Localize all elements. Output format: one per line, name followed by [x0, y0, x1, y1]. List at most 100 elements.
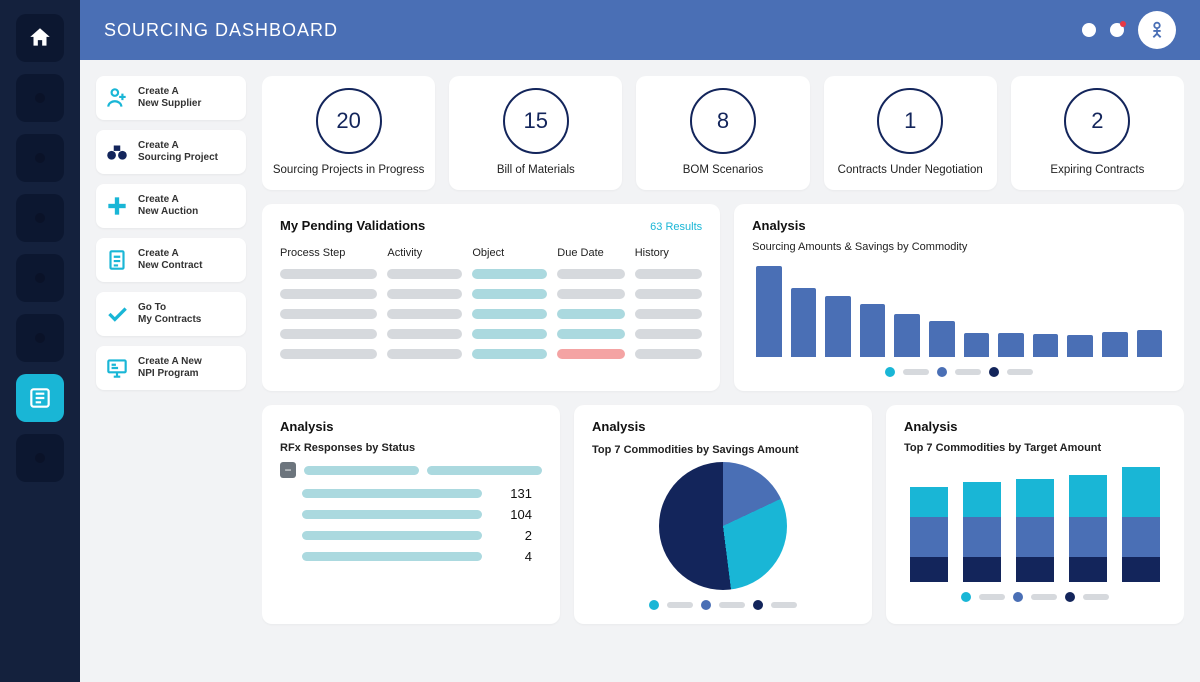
avatar[interactable] — [1138, 11, 1176, 49]
table-cell[interactable] — [472, 289, 547, 299]
list-item[interactable]: 104 — [302, 507, 542, 522]
table-cell[interactable] — [557, 349, 624, 359]
pager-dot[interactable] — [701, 600, 711, 610]
nav-slot-6[interactable] — [16, 434, 64, 482]
list-item[interactable]: 2 — [302, 528, 542, 543]
collapse-icon[interactable]: − — [280, 462, 296, 478]
table-cell[interactable] — [280, 269, 377, 279]
nav-home[interactable] — [16, 14, 64, 62]
rfx-value: 2 — [496, 528, 532, 543]
pager-dash[interactable] — [667, 602, 693, 608]
table-cell[interactable] — [387, 349, 462, 359]
rfx-list: 131 104 2 4 — [280, 486, 542, 564]
plus-icon — [104, 193, 130, 219]
stack-bar — [963, 482, 1001, 582]
pager-dash[interactable] — [955, 369, 981, 375]
quick-actions: Create ANew Supplier Create ASourcing Pr… — [96, 76, 246, 666]
table-cell[interactable] — [387, 269, 462, 279]
pager-dot[interactable] — [885, 367, 895, 377]
table-cell[interactable] — [387, 329, 462, 339]
table-cell[interactable] — [472, 309, 547, 319]
table-cell[interactable] — [472, 269, 547, 279]
pager-dot[interactable] — [753, 600, 763, 610]
kpi-value: 20 — [316, 88, 382, 154]
nav-slot-5[interactable] — [16, 314, 64, 362]
bar — [791, 288, 817, 357]
kpi-bom[interactable]: 15 Bill of Materials — [449, 76, 622, 190]
action-label: Create ANew Supplier — [138, 86, 201, 111]
action-label: Create ANew Auction — [138, 194, 198, 219]
kpi-expiring-contracts[interactable]: 2 Expiring Contracts — [1011, 76, 1184, 190]
kpi-sourcing-projects[interactable]: 20 Sourcing Projects in Progress — [262, 76, 435, 190]
kpi-bom-scenarios[interactable]: 8 BOM Scenarios — [636, 76, 809, 190]
table-cell[interactable] — [557, 289, 624, 299]
pager-dot[interactable] — [989, 367, 999, 377]
stack-bar — [910, 487, 948, 582]
pager-dash[interactable] — [719, 602, 745, 608]
table-header: Process Step Activity Object Due Date Hi… — [280, 247, 702, 259]
table-cell[interactable] — [557, 269, 624, 279]
pager-dash[interactable] — [771, 602, 797, 608]
page-title: SOURCING DASHBOARD — [104, 20, 338, 41]
pie-chart — [659, 462, 787, 590]
table-cell[interactable] — [387, 289, 462, 299]
nav-slot-3[interactable] — [16, 194, 64, 242]
table-cell[interactable] — [280, 309, 377, 319]
pager-dot[interactable] — [961, 592, 971, 602]
pager-dot[interactable] — [1013, 592, 1023, 602]
card-subtitle: RFx Responses by Status — [280, 442, 542, 454]
kpi-label: BOM Scenarios — [683, 164, 764, 176]
bar — [860, 304, 886, 357]
table-cell[interactable] — [280, 329, 377, 339]
list-item[interactable]: 4 — [302, 549, 542, 564]
table-cell[interactable] — [280, 289, 377, 299]
action-new-sourcing-project[interactable]: Create ASourcing Project — [96, 130, 246, 174]
list-item[interactable]: 131 — [302, 486, 542, 501]
col-history: History — [635, 247, 702, 259]
table-cell[interactable] — [635, 329, 702, 339]
rfx-value: 4 — [496, 549, 532, 564]
action-new-npi[interactable]: Create A NewNPI Program — [96, 346, 246, 390]
kpi-label: Contracts Under Negotiation — [838, 164, 983, 176]
pager-dot[interactable] — [1065, 592, 1075, 602]
bar — [1067, 335, 1093, 357]
results-count[interactable]: 63 Results — [650, 221, 702, 233]
pager-dash[interactable] — [1031, 594, 1057, 600]
bar — [964, 333, 990, 357]
table-cell[interactable] — [472, 329, 547, 339]
nav-slot-2[interactable] — [16, 134, 64, 182]
nav-slot-4[interactable] — [16, 254, 64, 302]
chart-pager — [752, 367, 1166, 377]
nav-slot-1[interactable] — [16, 74, 64, 122]
pager-dash[interactable] — [903, 369, 929, 375]
table-cell[interactable] — [635, 309, 702, 319]
pager-dash[interactable] — [979, 594, 1005, 600]
action-my-contracts[interactable]: Go ToMy Contracts — [96, 292, 246, 336]
table-cell[interactable] — [557, 329, 624, 339]
bar-chart — [752, 261, 1166, 357]
card-pending-validations: My Pending Validations 63 Results Proces… — [262, 204, 720, 391]
pager-dash[interactable] — [1007, 369, 1033, 375]
table-cell[interactable] — [387, 309, 462, 319]
pager-dot[interactable] — [649, 600, 659, 610]
table-cell[interactable] — [635, 349, 702, 359]
stack-bar — [1016, 479, 1054, 582]
table-cell[interactable] — [472, 349, 547, 359]
header-indicator-1[interactable] — [1082, 23, 1096, 37]
pager-dash[interactable] — [1083, 594, 1109, 600]
table-cell[interactable] — [635, 289, 702, 299]
chart-pager — [592, 600, 854, 610]
kpi-contracts-negotiation[interactable]: 1 Contracts Under Negotiation — [824, 76, 997, 190]
stacked-bar-chart — [904, 462, 1166, 582]
action-new-contract[interactable]: Create ANew Contract — [96, 238, 246, 282]
pager-dot[interactable] — [937, 367, 947, 377]
table-cell[interactable] — [635, 269, 702, 279]
nav-dashboard[interactable] — [16, 374, 64, 422]
card-subtitle: Top 7 Commodities by Target Amount — [904, 442, 1166, 454]
action-new-supplier[interactable]: Create ANew Supplier — [96, 76, 246, 120]
header-notifications[interactable] — [1110, 23, 1124, 37]
action-new-auction[interactable]: Create ANew Auction — [96, 184, 246, 228]
table-cell[interactable] — [557, 309, 624, 319]
table-cell[interactable] — [280, 349, 377, 359]
kpi-label: Sourcing Projects in Progress — [273, 164, 424, 176]
